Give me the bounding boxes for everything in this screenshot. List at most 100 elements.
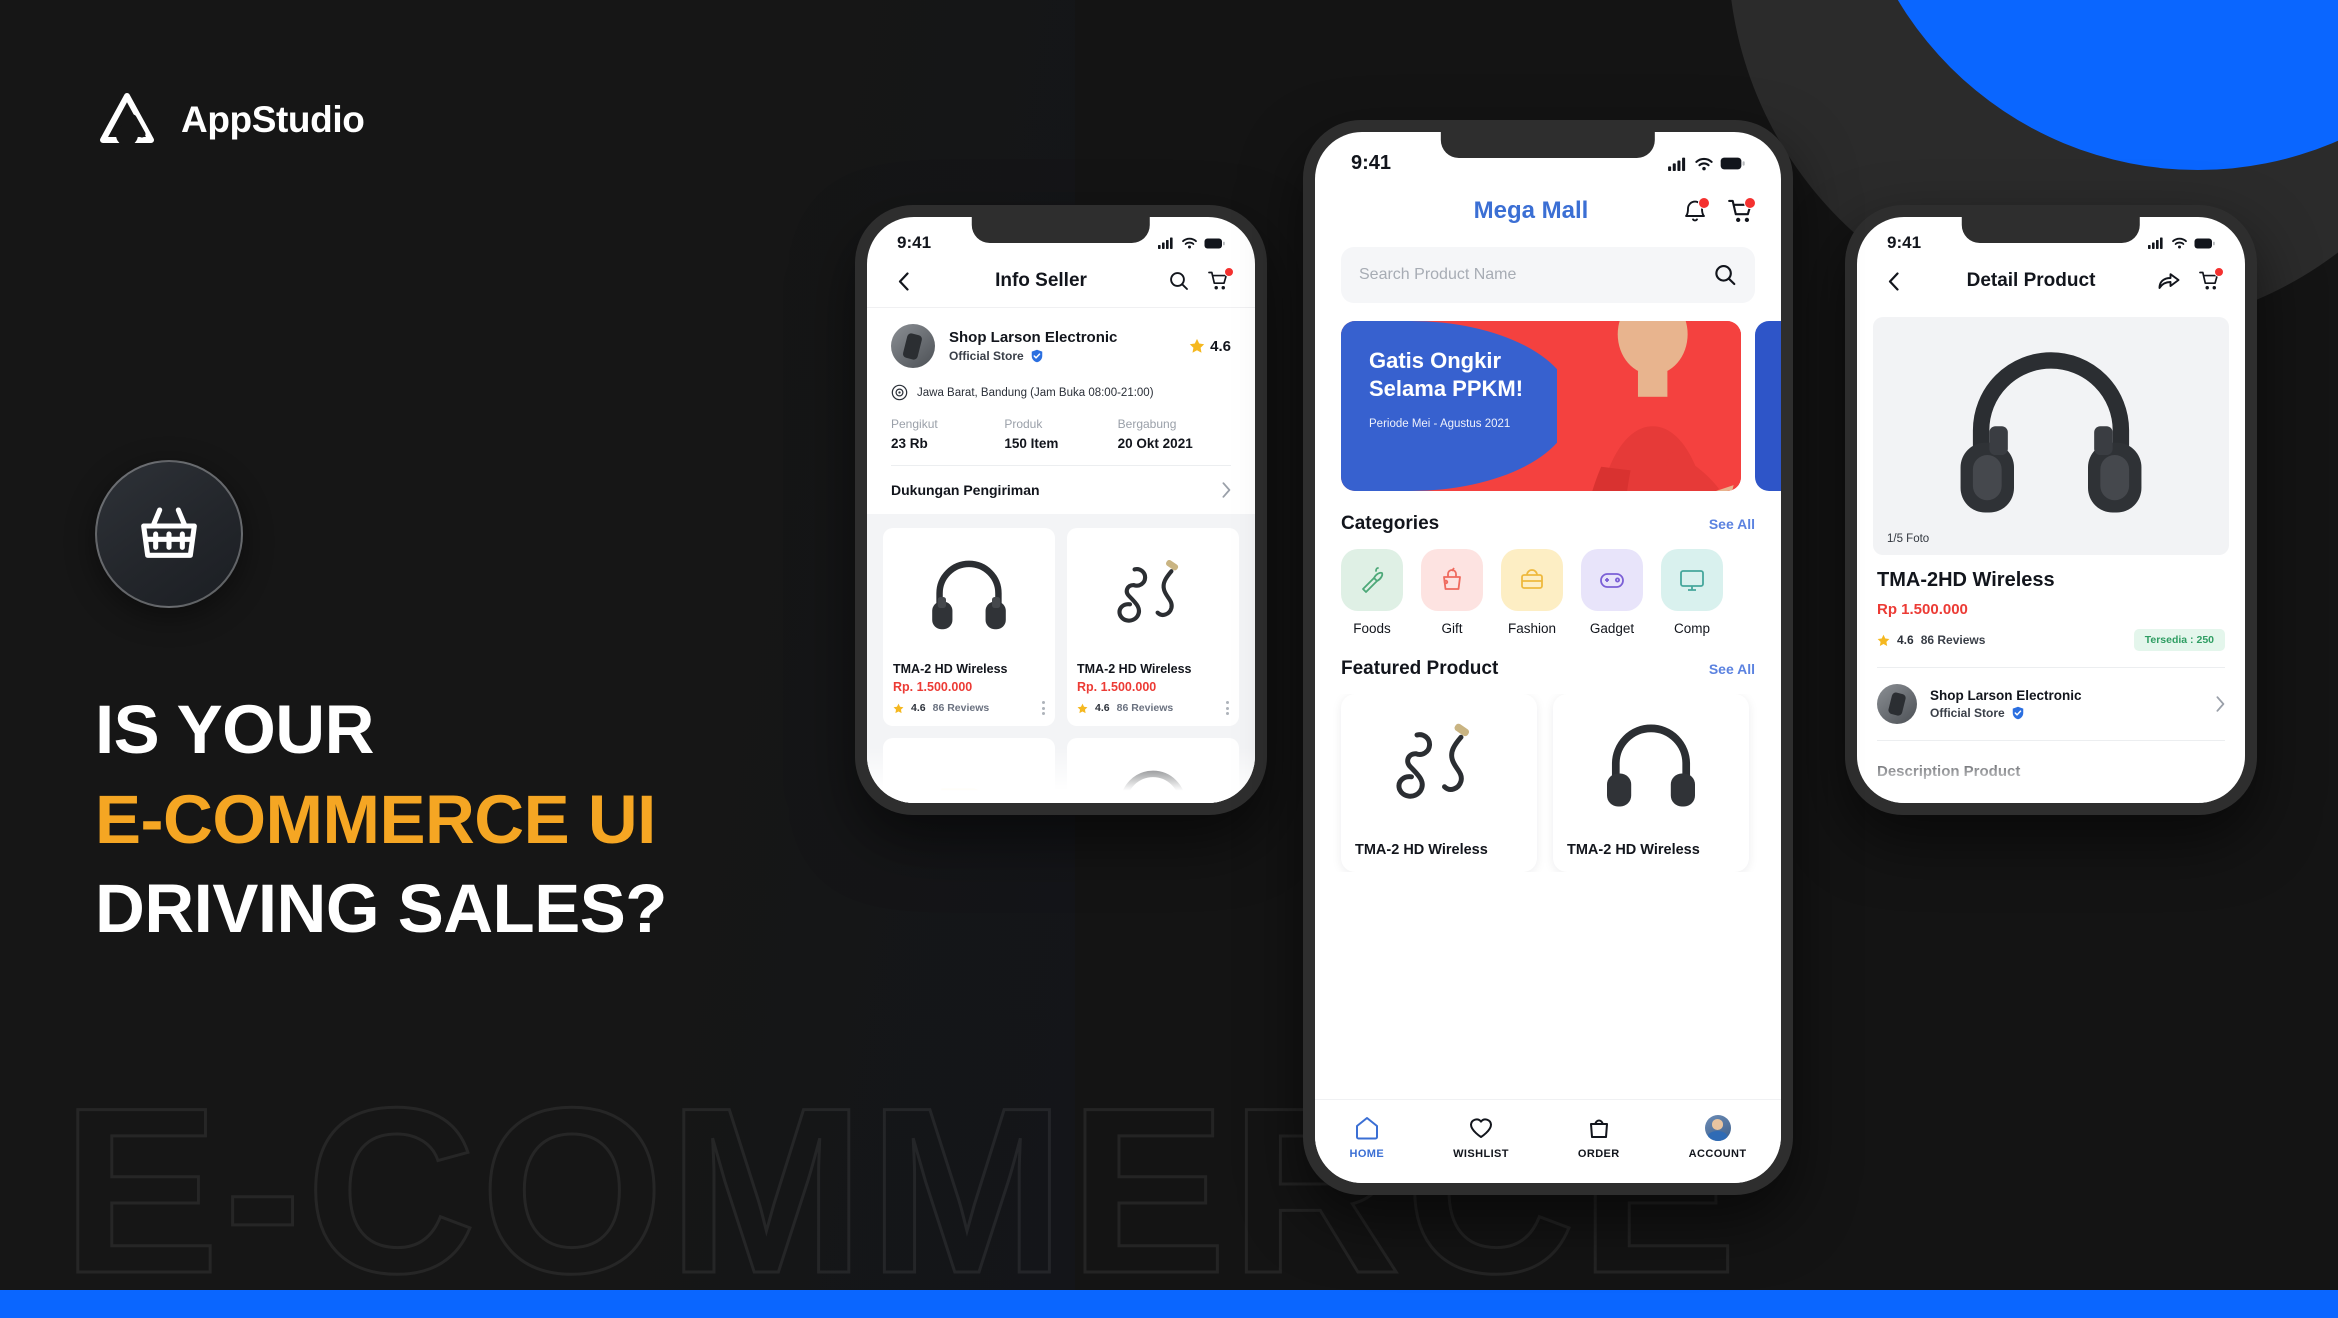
back-button[interactable] [1881,269,1905,293]
stat-label: Bergabung [1117,417,1177,431]
product-reviews: 86 Reviews [1116,702,1174,714]
kebab-menu-icon[interactable] [1226,701,1229,715]
phone-info-seller: 9:41 Info Seller Shop Larson Electronic … [855,205,1267,815]
search-input[interactable] [1359,266,1715,284]
stat-label: Produk [1004,417,1043,431]
seller-location-row: Jawa Barat, Bandung (Jam Buka 08:00-21:0… [867,374,1255,405]
featured-product-image [1567,708,1735,828]
seller-location-text: Jawa Barat, Bandung (Jam Buka 08:00-21:0… [917,386,1154,399]
headphones-large-image [1960,351,2142,513]
search-bar[interactable] [1341,247,1755,303]
shipping-support-label: Dukungan Pengiriman [891,482,1040,498]
status-time: 9:41 [1351,152,1392,174]
wifi-icon [1182,237,1197,249]
shipping-support-row[interactable]: Dukungan Pengiriman [867,466,1255,514]
official-store-label: Official Store [949,349,1024,363]
navbar: Info Seller [867,257,1255,308]
basket-badge [95,460,243,608]
share-button[interactable] [2157,269,2181,293]
category-item-gadget[interactable]: Gadget [1581,549,1643,636]
tab-account[interactable]: ACCOUNT [1689,1115,1747,1160]
featured-see-all-link[interactable]: See All [1709,661,1755,677]
screen-home: 9:41 Mega Mall Search Product Name Gatis… [1315,132,1781,1183]
shopping-bag-icon [1589,1119,1608,1138]
status-time: 9:41 [1887,233,1922,252]
hero-headline: IS YOUR E-COMMERCE UI DRIVING SALES? [95,685,667,954]
tab-order[interactable]: ORDER [1578,1115,1620,1160]
carrot-icon [1362,567,1384,593]
console-icon [1600,573,1624,588]
notification-badge-dot [1698,197,1710,209]
earphone-cable-image [1396,723,1470,799]
tab-wishlist[interactable]: WISHLIST [1453,1115,1509,1160]
product-reviews: 86 Reviews [932,702,990,714]
featured-product-card[interactable]: TMA-2 HD Wireless [1553,694,1749,872]
featured-title: Featured Product [1341,658,1499,679]
stat-value: 23 Rb [891,436,928,451]
product-info: TMA-2HD Wireless Rp 1.500.000 4.6 86 Rev… [1857,555,2245,651]
product-rating: 4.6 [911,702,926,714]
promo-banner-next[interactable] [1755,321,1781,491]
categories-see-all-link[interactable]: See All [1709,516,1755,532]
seller-badge-row: Official Store [949,349,1175,363]
chevron-right-icon [1222,482,1231,498]
page-title: Info Seller [995,270,1087,291]
product-price: Rp. 1.500.000 [1077,680,1157,694]
category-item-comp[interactable]: Comp [1661,549,1723,636]
battery-icon [1204,238,1225,248]
back-button[interactable] [891,269,915,293]
tab-home[interactable]: HOME [1350,1115,1385,1160]
status-time: 9:41 [897,233,932,252]
cart-button[interactable] [1207,267,1234,293]
featured-product-card[interactable]: TMA-2 HD Wireless [1341,694,1537,872]
category-tile [1341,549,1403,611]
seller-summary[interactable]: Shop Larson Electronic Official Store 4.… [867,308,1255,374]
product-price: Rp 1.500.000 [1877,601,1968,618]
tab-label: ACCOUNT [1688,1148,1747,1160]
cellular-signal-icon [2148,237,2163,249]
notification-button[interactable] [1681,197,1710,225]
search-button[interactable] [1167,269,1191,293]
banner-heading-line-1: Gatis Ongkir [1369,348,1502,373]
star-icon [1189,338,1205,353]
handbag-icon [1521,569,1543,589]
category-item-gift[interactable]: Gift [1421,549,1483,636]
seller-meta: Shop Larson Electronic Official Store [949,329,1175,363]
category-tile [1501,549,1563,611]
promo-banner[interactable]: Gatis Ongkir Selama PPKM! Periode Mei - … [1341,321,1741,491]
product-card[interactable]: TMA-2 HD Wireless Rp. 1.500.000 4.6 86 R… [883,528,1055,726]
monitor-icon [1680,570,1704,591]
battery-icon [2194,238,2215,248]
category-label: Gadget [1589,621,1635,636]
product-title: TMA-2 HD Wireless [893,662,1008,676]
stock-badge: Tersedia : 250 [2133,629,2225,651]
wifi-icon [2172,237,2187,249]
product-title: TMA-2HD Wireless [1877,569,2055,591]
stat-bergabung: Bergabung 20 Okt 2021 [1118,417,1231,451]
categories-section-header: Categories See All [1315,491,1781,549]
product-gallery[interactable]: 1/5 Foto [1873,317,2229,555]
stat-value: 150 Item [1004,436,1059,451]
product-meta: 4.6 86 Reviews [1077,701,1229,715]
product-card[interactable]: TMA-2 HD Wireless Rp. 1.500.000 4.6 86 R… [1067,528,1239,726]
search-icon[interactable] [1714,263,1737,287]
stat-value: 20 Okt 2021 [1117,436,1193,451]
seller-row[interactable]: Shop Larson Electronic Official Store [1857,668,2245,724]
category-item-fashion[interactable]: Fashion [1501,549,1563,636]
featured-section-header: Featured Product See All [1315,636,1781,694]
banner-heading-line-2: Selama PPKM! [1369,375,1524,401]
featured-product-title: TMA-2 HD Wireless [1355,842,1488,858]
category-label: Foods [1353,621,1391,636]
seller-avatar [891,324,935,368]
category-item-foods[interactable]: Foods [1341,549,1403,636]
location-pin-icon [891,384,908,401]
promo-banner-carousel[interactable]: Gatis Ongkir Selama PPKM! Periode Mei - … [1315,321,1781,491]
category-tile [1661,549,1723,611]
categories-list: Foods Gift Fashion Gadget Comp [1315,549,1781,636]
chevron-right-icon [2216,696,2225,712]
cart-button[interactable] [1727,197,1756,225]
cart-button[interactable] [2197,267,2224,293]
seller-avatar [1877,684,1917,724]
search-icon [1170,272,1188,290]
kebab-menu-icon[interactable] [1042,701,1045,715]
